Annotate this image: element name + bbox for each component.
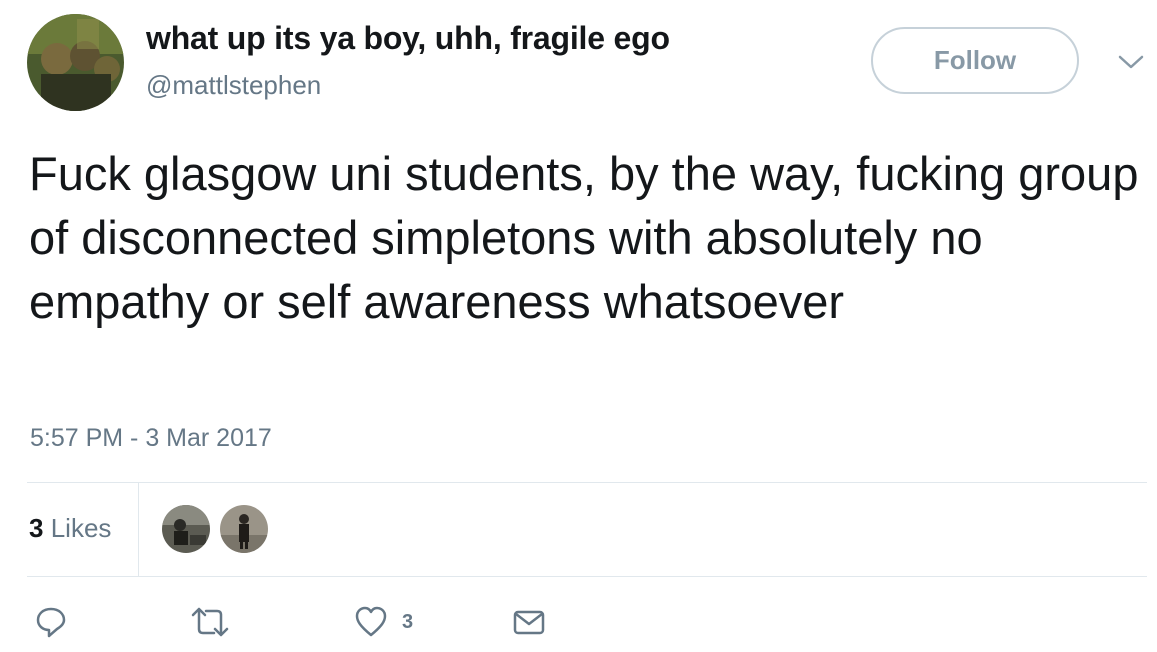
divider: [27, 482, 1147, 483]
likes-number: 3: [29, 513, 44, 543]
likes-label: Likes: [50, 513, 112, 543]
likes-count-link[interactable]: 3 Likes: [29, 513, 111, 544]
tweet-text: Fuck glasgow uni students, by the way, f…: [29, 147, 1139, 328]
author-username[interactable]: @mattlstephen: [146, 70, 321, 101]
retweet-icon: [191, 607, 229, 637]
stats-divider: [138, 483, 139, 576]
like-count: 3: [402, 610, 414, 633]
retweet-button[interactable]: [190, 604, 230, 640]
envelope-icon: [513, 610, 545, 635]
tweet-timestamp[interactable]: 5:57 PM - 3 Mar 2017: [30, 424, 272, 453]
reply-icon: [36, 607, 66, 638]
author-display-name[interactable]: what up its ya boy, uhh, fragile ego: [146, 20, 670, 57]
reply-button[interactable]: [34, 604, 68, 640]
liker-avatar-2[interactable]: [220, 505, 268, 553]
like-button[interactable]: 3: [354, 604, 413, 640]
heart-icon: [355, 606, 387, 637]
follow-button[interactable]: Follow: [871, 27, 1079, 94]
chevron-down-icon[interactable]: [1116, 52, 1146, 72]
direct-message-button[interactable]: [512, 604, 546, 640]
divider: [27, 576, 1147, 577]
liker-avatar-1[interactable]: [162, 505, 210, 553]
author-avatar[interactable]: [27, 14, 124, 111]
